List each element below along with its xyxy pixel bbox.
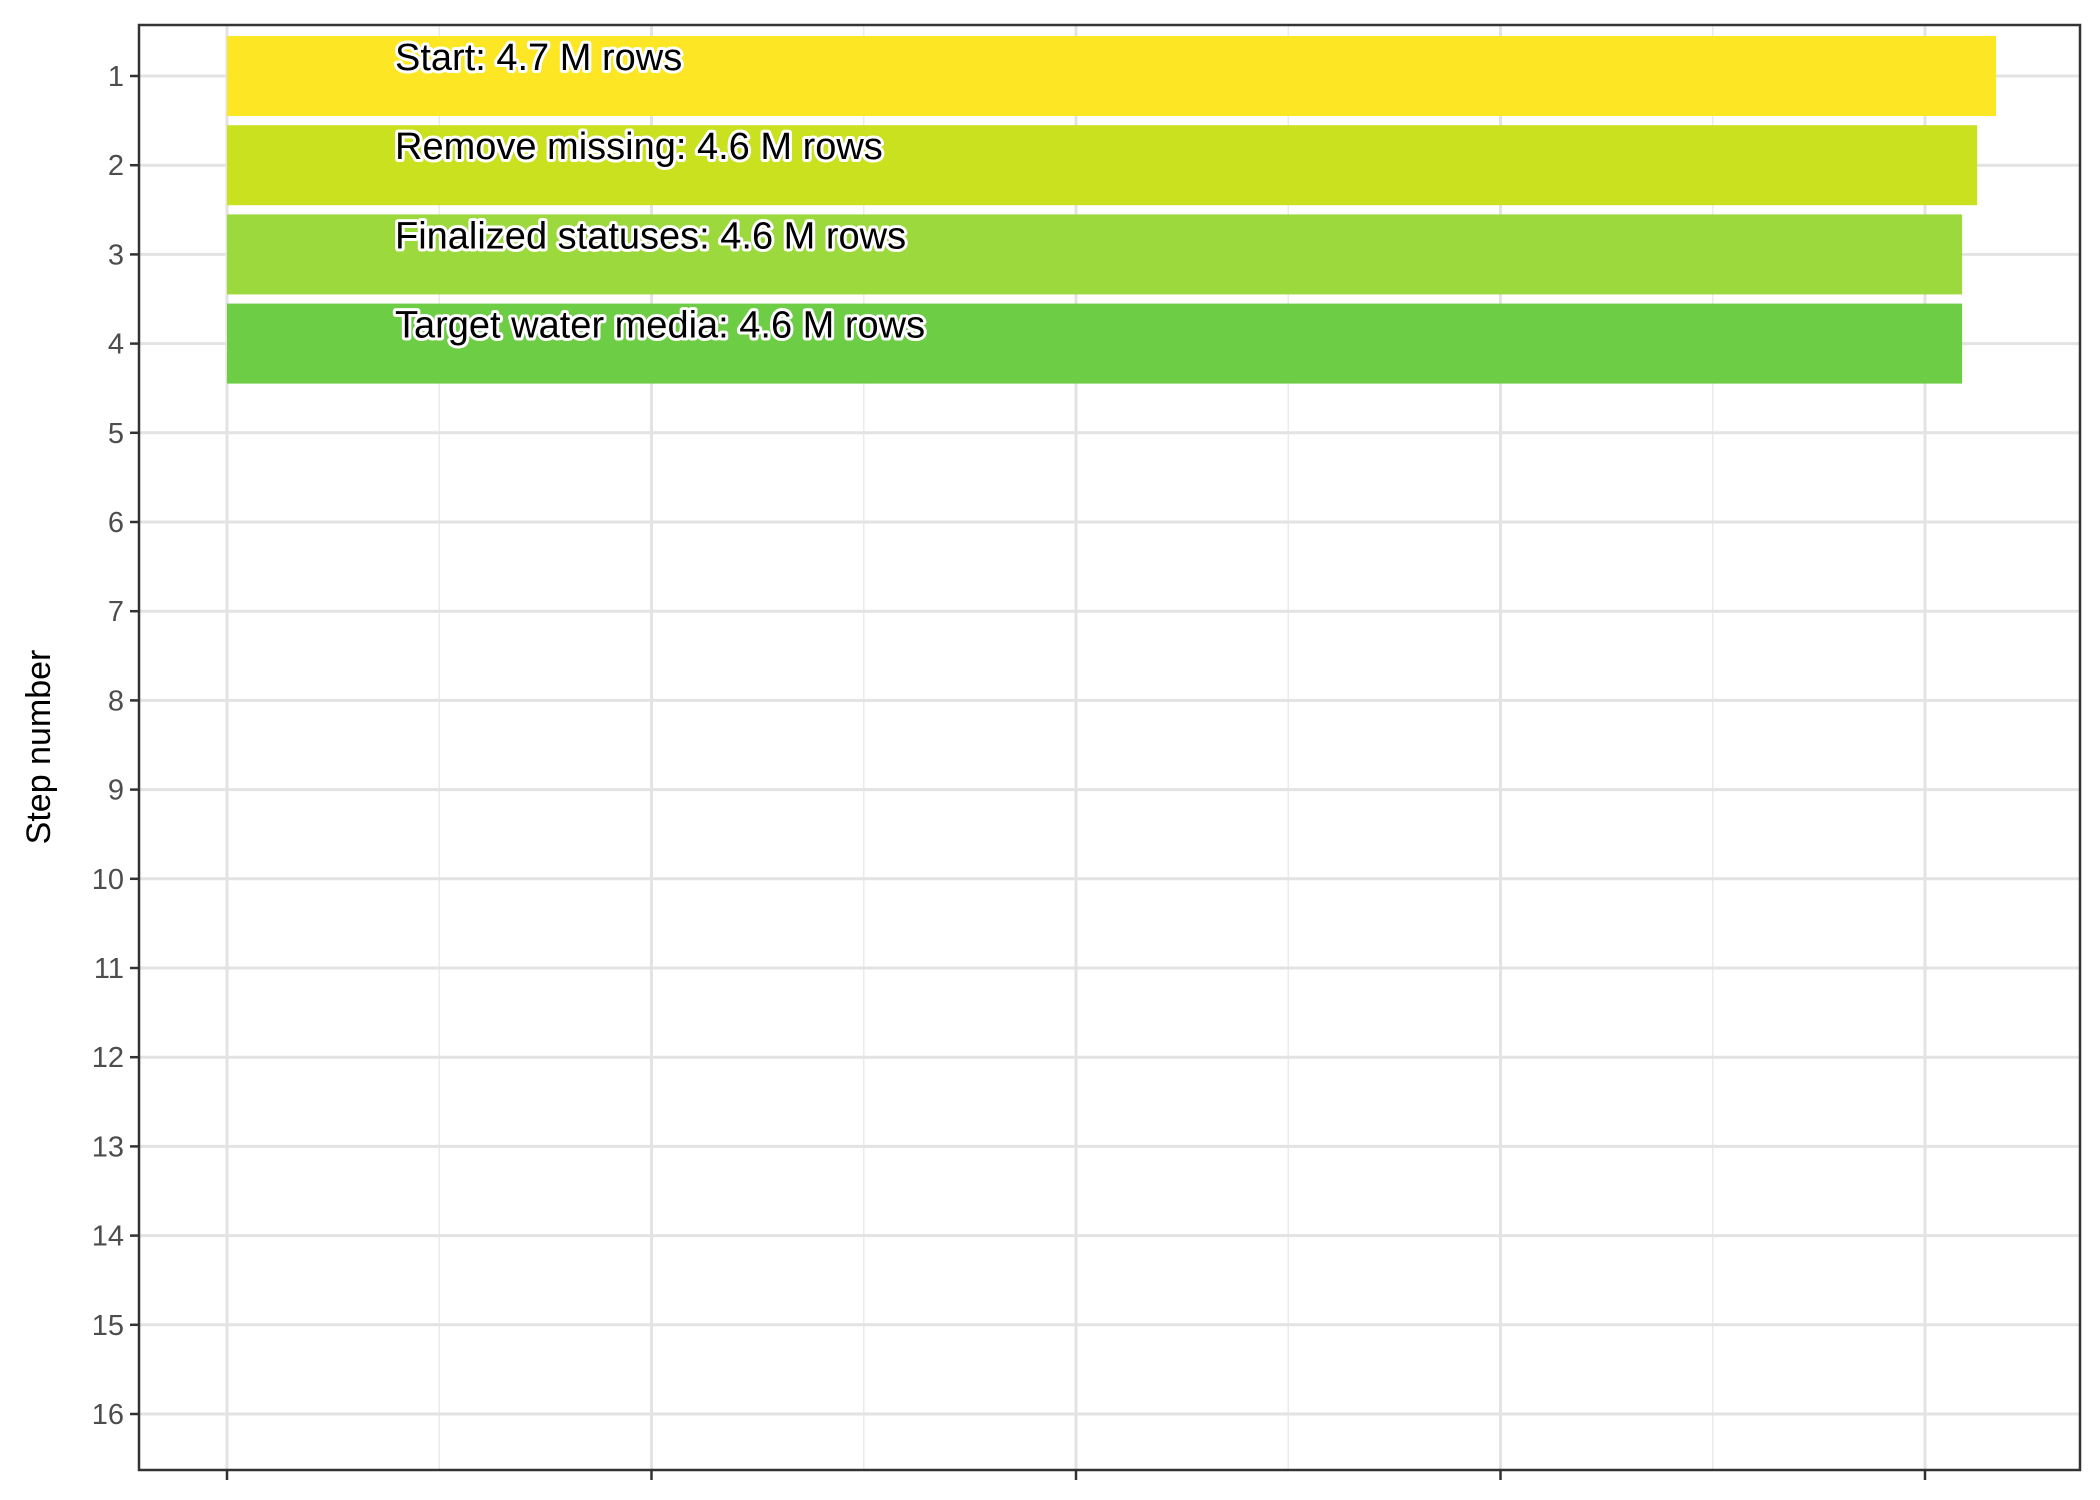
- y-tick-label: 11: [94, 953, 124, 985]
- y-tick-label: 7: [108, 596, 124, 628]
- y-tick-label: 12: [92, 1042, 124, 1074]
- y-tick-label: 1: [108, 61, 124, 93]
- bar-label-step-1: Start: 4.7 M rows: [395, 37, 682, 79]
- y-tick-label: 10: [92, 864, 124, 896]
- bar-label-step-2: Remove missing: 4.6 M rows: [395, 126, 883, 168]
- y-axis-ticks: 12345678910111213141516: [92, 61, 139, 1431]
- bar-label-step-3: Finalized statuses: 4.6 M rows: [395, 215, 906, 257]
- y-tick-label: 15: [92, 1310, 124, 1342]
- funnel-bar-chart: Start: 4.7 M rows Remove missing: 4.6 M r…: [20, 23, 2082, 1480]
- y-tick-label: 8: [108, 685, 124, 717]
- bar-label-step-4: Target water media: 4.6 M rows: [395, 305, 925, 347]
- x-axis-ticks: [225, 1470, 1927, 1480]
- y-tick-label: 4: [108, 329, 124, 361]
- y-tick-label: 9: [108, 775, 124, 807]
- y-tick-label: 13: [92, 1131, 124, 1163]
- y-tick-label: 14: [92, 1221, 124, 1253]
- y-tick-label: 5: [108, 418, 124, 450]
- y-tick-label: 6: [108, 507, 124, 539]
- y-tick-label: 2: [108, 150, 124, 182]
- y-tick-label: 3: [108, 239, 124, 271]
- y-axis-title: Step number: [20, 650, 58, 845]
- y-tick-label: 16: [92, 1399, 124, 1431]
